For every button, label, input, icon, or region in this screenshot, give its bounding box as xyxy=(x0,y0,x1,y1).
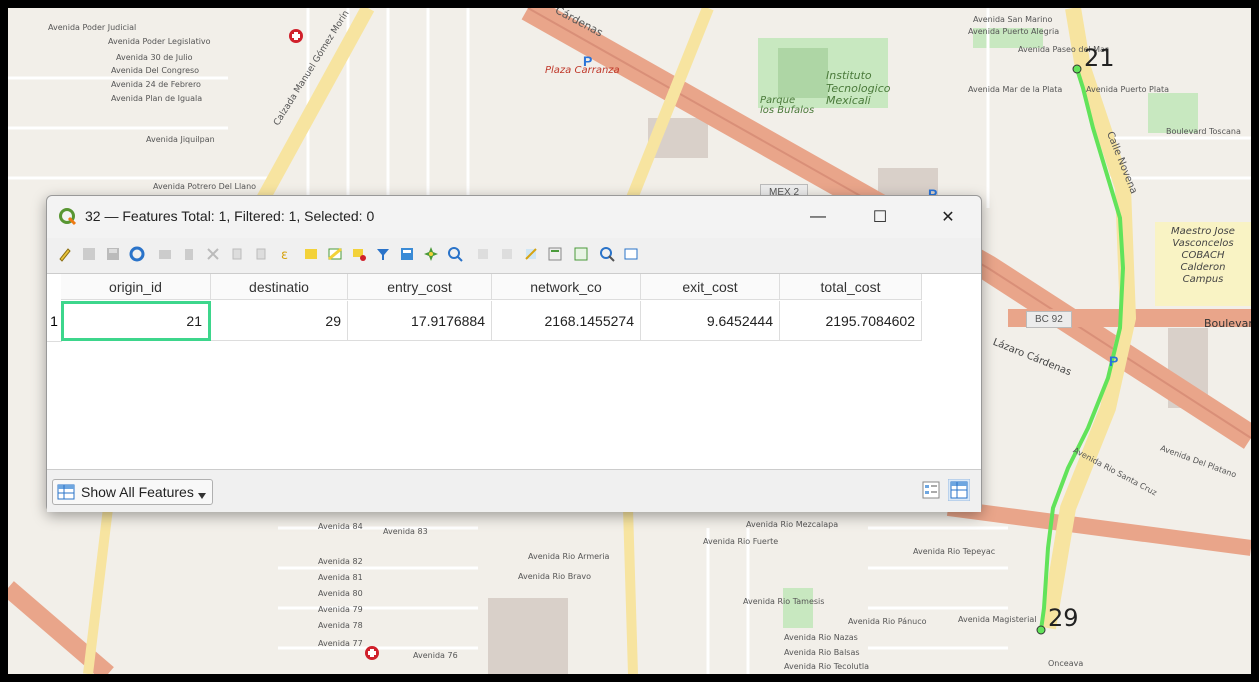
map-label: Boulevard Toscana xyxy=(1166,127,1241,136)
svg-text:ε: ε xyxy=(281,248,288,262)
column-header-entry-cost[interactable]: entry_cost xyxy=(348,274,492,300)
column-header-origin-id[interactable]: origin_id xyxy=(61,274,211,300)
zoom-to-selection-icon[interactable] xyxy=(447,246,463,262)
table-cell-exit-cost[interactable]: 9.6452444 xyxy=(641,301,780,341)
attribute-table: origin_id destinatio entry_cost network_… xyxy=(47,273,981,470)
column-header-destinatio[interactable]: destinatio xyxy=(211,274,348,300)
map-label: Avenida Rio Tamesis xyxy=(743,597,825,606)
zoom-map-icon[interactable] xyxy=(599,246,615,262)
map-label: Avenida Jiquilpan xyxy=(146,135,215,144)
title-bar[interactable]: 32 — Features Total: 1, Filtered: 1, Sel… xyxy=(47,196,981,238)
table-cell-destinatio[interactable]: 29 xyxy=(211,301,348,341)
qgis-logo-icon xyxy=(59,208,77,226)
map-label: Avenida Puerto Plata xyxy=(1086,85,1170,94)
map-label: Avenida Mar de la Plata xyxy=(968,85,1063,94)
parking-icon: P xyxy=(583,53,593,69)
expression-select-icon[interactable]: ε xyxy=(279,246,295,262)
delete-feature-icon[interactable] xyxy=(181,246,197,262)
map-label: BC 92 xyxy=(1026,311,1072,328)
reload-icon[interactable] xyxy=(129,246,145,262)
multi-edit-icon[interactable] xyxy=(81,246,97,262)
minimize-button[interactable]: — xyxy=(795,196,841,238)
map-label: Avenida 77 xyxy=(318,639,363,648)
cut-icon[interactable] xyxy=(205,246,221,262)
show-all-features-dropdown[interactable]: Show All Features xyxy=(52,479,213,505)
paste-rows-icon[interactable] xyxy=(499,246,515,262)
field-calculator-icon[interactable] xyxy=(547,246,563,262)
map-label: Avenida Rio Mezcalapa xyxy=(746,520,839,529)
map-label: Avenida 79 xyxy=(318,605,363,614)
pan-to-selection-icon[interactable] xyxy=(423,246,439,262)
save-edits-icon[interactable] xyxy=(105,246,121,262)
map-label: Onceava xyxy=(1048,659,1084,668)
deselect-all-icon[interactable] xyxy=(351,246,367,262)
conditional-formatting-icon[interactable] xyxy=(573,246,589,262)
toggle-editing-icon[interactable] xyxy=(57,246,73,262)
map-label: Instituto Tecnologico Mexicali xyxy=(826,69,891,108)
map-label: Avenida Potrero Del Llano xyxy=(153,182,257,191)
table-cell-entry-cost[interactable]: 17.9176884 xyxy=(348,301,492,341)
chevron-down-icon xyxy=(197,493,206,499)
map-label: Avenida Poder Judicial xyxy=(48,23,137,32)
bottom-bar: Show All Features xyxy=(47,469,981,512)
map-label: Avenida 83 xyxy=(383,527,428,536)
map-label: Avenida Rio Armeria xyxy=(528,552,610,561)
table-cell-total-cost[interactable]: 2195.7084602 xyxy=(780,301,922,341)
map-label: Parque los Bufalos xyxy=(760,95,815,116)
show-all-features-label: Show All Features xyxy=(81,484,194,500)
map-label: Avenida Rio Pánuco xyxy=(848,617,927,626)
map-label: Avenida 30 de Julio xyxy=(116,53,193,62)
table-view-icon[interactable] xyxy=(948,479,970,501)
row-header[interactable]: 1 xyxy=(47,301,62,342)
table-cell-origin-id[interactable]: 21 xyxy=(61,301,211,341)
route-end-label: 29 xyxy=(1048,604,1079,632)
map-label: Avenida Rio Tepeyac xyxy=(913,547,996,556)
paste-icon[interactable] xyxy=(253,246,269,262)
copy-icon[interactable] xyxy=(229,246,245,262)
map-label: Avenida Rio Tecolutla xyxy=(784,662,869,671)
copy-rows-icon[interactable] xyxy=(475,246,491,262)
map-label: Avenida Rio Balsas xyxy=(784,648,860,657)
map-label: Avenida 80 xyxy=(318,589,363,598)
dock-table-icon[interactable] xyxy=(623,246,639,262)
route-start-label: 21 xyxy=(1084,44,1115,72)
map-label: Avenida Magisterial xyxy=(958,615,1037,624)
map-label: Avenida Rio Bravo xyxy=(518,572,592,581)
maximize-button[interactable]: ☐ xyxy=(857,196,903,238)
filter-icon[interactable] xyxy=(375,246,391,262)
column-header-exit-cost[interactable]: exit_cost xyxy=(641,274,780,300)
map-label: Avenida Del Congreso xyxy=(111,66,200,75)
map-label: Avenida Plan de Iguala xyxy=(111,94,203,103)
new-field-icon[interactable] xyxy=(523,246,539,262)
close-button[interactable]: ✕ xyxy=(925,196,971,238)
map-label: Avenida 24 de Febrero xyxy=(111,80,201,89)
toolbar: ε xyxy=(47,240,981,270)
invert-selection-icon[interactable] xyxy=(327,246,343,262)
map-label: Avenida Rio Nazas xyxy=(784,633,858,642)
form-view-icon[interactable] xyxy=(922,481,940,499)
parking-icon: P xyxy=(1109,353,1119,369)
column-header-total-cost[interactable]: total_cost xyxy=(780,274,922,300)
map-label: Avenida 82 xyxy=(318,557,363,566)
select-all-icon[interactable] xyxy=(303,246,319,262)
map-label: Avenida 78 xyxy=(318,621,363,630)
move-selection-top-icon[interactable] xyxy=(399,246,415,262)
map-label: Avenida Poder Legislativo xyxy=(108,37,211,46)
map-label: Avenida 76 xyxy=(413,651,458,660)
attribute-table-window: 32 — Features Total: 1, Filtered: 1, Sel… xyxy=(46,195,982,512)
map-label: Avenida Puerto Alegria xyxy=(968,27,1060,36)
table-cell-network-co[interactable]: 2168.1455274 xyxy=(492,301,641,341)
window-title: 32 — Features Total: 1, Filtered: 1, Sel… xyxy=(85,208,375,224)
map-label: Avenida 84 xyxy=(318,522,363,531)
map-label: Avenida San Marino xyxy=(973,15,1053,24)
map-label: Maestro Jose Vasconcelos COBACH Calderon… xyxy=(1171,226,1235,285)
map-label: Avenida 81 xyxy=(318,573,363,582)
map-label: Boulevard xyxy=(1204,317,1251,330)
map-label: Avenida Rio Fuerte xyxy=(703,537,779,546)
column-header-network-co[interactable]: network_co xyxy=(492,274,641,300)
table-icon xyxy=(57,484,75,500)
add-feature-icon[interactable] xyxy=(157,246,173,262)
